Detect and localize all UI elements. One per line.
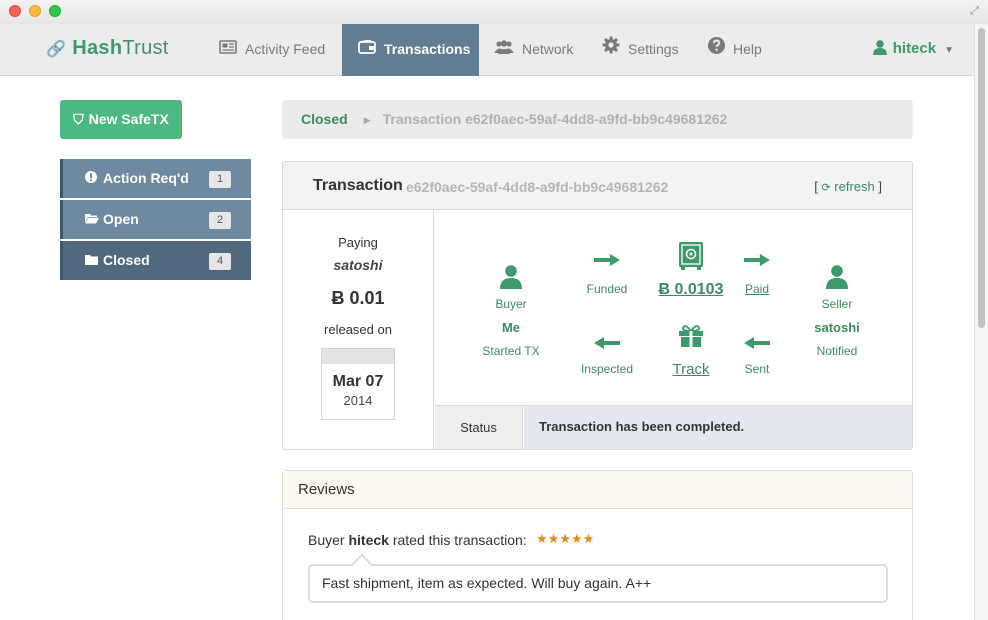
star-rating: ★★★★★ <box>536 532 594 547</box>
brand-logo[interactable]: 🔗 HashTrust <box>46 37 169 60</box>
refresh-control: [ ⟳ refresh ] <box>814 179 882 194</box>
breadcrumb-closed-link[interactable]: Closed <box>301 111 348 127</box>
new-safetx-button[interactable]: ⛉ New SafeTX <box>60 100 182 139</box>
star-icon: ★ <box>570 532 583 547</box>
nav-activity-feed[interactable]: Activity Feed <box>205 24 339 76</box>
reviews-title: Reviews <box>283 471 912 509</box>
newspaper-icon <box>219 24 237 74</box>
count-badge: 4 <box>209 253 231 270</box>
release-date-calendar: Mar 07 2014 <box>321 348 395 420</box>
user-icon <box>872 40 887 56</box>
count-badge: 2 <box>209 212 231 229</box>
user-menu[interactable]: hiteck ▼ <box>872 24 954 76</box>
review-summary: Buyer hiteck rated this transaction: <box>308 532 527 548</box>
paying-label: Paying <box>338 235 378 250</box>
seller-name: satoshi <box>814 320 860 335</box>
sidebar-item-open[interactable]: Open 2 <box>60 200 251 239</box>
released-label: released on <box>324 322 392 337</box>
transaction-flow-diagram: Buyer Me Started TX Funded Ƀ 0.0103 Paid… <box>435 210 912 405</box>
window-titlebar: ⤢ <box>0 0 988 24</box>
gift-icon <box>679 325 703 347</box>
nav-transactions[interactable]: Transactions <box>342 24 479 76</box>
vertical-scrollbar[interactable] <box>974 24 988 620</box>
arrow-left-icon <box>744 337 770 349</box>
nav-help[interactable]: Help <box>694 24 776 76</box>
question-icon <box>708 24 725 74</box>
review-comment: Fast shipment, item as expected. Will bu… <box>308 564 888 603</box>
track-link[interactable]: Track <box>673 361 710 378</box>
breadcrumb-current: Transaction e62f0aec-59af-4dd8-a9fd-bb9c… <box>382 111 728 127</box>
transaction-panel-header: Transaction e62f0aec-59af-4dd8-a9fd-bb9c… <box>283 162 912 210</box>
zoom-window-button[interactable] <box>49 5 61 17</box>
wallet-icon <box>358 24 376 74</box>
gear-icon <box>602 24 620 74</box>
buyer-user-icon <box>500 265 522 289</box>
payment-amount: Ƀ 0.01 <box>331 288 385 308</box>
status-row: Status Transaction has been completed. <box>435 405 912 449</box>
escrow-amount-link[interactable]: Ƀ 0.0103 <box>659 281 724 299</box>
transaction-id: e62f0aec-59af-4dd8-a9fd-bb9c49681262 <box>406 179 669 195</box>
star-icon: ★ <box>547 532 560 547</box>
release-date-year: 2014 <box>343 393 373 408</box>
sidebar-item-action-required[interactable]: Action Req'd 1 <box>60 159 251 198</box>
status-value: Transaction has been completed. <box>524 406 912 449</box>
sidebar-item-closed[interactable]: Closed 4 <box>60 241 251 280</box>
payment-summary: Paying satoshi Ƀ 0.01 released on Mar 07… <box>283 210 434 449</box>
star-icon: ★ <box>582 532 595 547</box>
seller-state: Notified <box>816 344 858 358</box>
arrow-right-icon <box>744 254 770 266</box>
buyer-role: Buyer <box>495 297 527 311</box>
link-icon: 🔗 <box>46 39 67 58</box>
minimize-window-button[interactable] <box>29 5 41 17</box>
close-window-button[interactable] <box>9 5 21 17</box>
fullscreen-icon[interactable]: ⤢ <box>970 4 982 18</box>
nav-settings[interactable]: Settings <box>588 24 693 76</box>
scrollbar-thumb[interactable] <box>978 28 985 328</box>
folder-icon <box>85 242 103 281</box>
users-icon <box>494 24 514 74</box>
status-label: Status <box>435 406 523 449</box>
transaction-panel: Transaction e62f0aec-59af-4dd8-a9fd-bb9c… <box>282 161 913 450</box>
refresh-link[interactable]: refresh <box>834 179 874 194</box>
star-icon: ★ <box>536 532 548 547</box>
buyer-name: Me <box>501 320 521 335</box>
count-badge: 1 <box>209 171 231 188</box>
arrow-right-icon <box>594 254 620 266</box>
payee-name: satoshi <box>333 257 383 273</box>
release-date-month-day: Mar 07 <box>332 373 384 390</box>
chevron-right-icon: ▶ <box>363 114 371 125</box>
seller-role: Seller <box>821 297 853 311</box>
chevron-down-icon: ▼ <box>944 45 954 56</box>
folder-open-icon <box>85 201 103 240</box>
refresh-icon: ⟳ <box>821 181 831 194</box>
reviews-panel: Reviews Buyer hiteck rated this transact… <box>282 470 913 620</box>
star-icon: ★ <box>559 532 571 547</box>
top-navbar: 🔗 HashTrust Activity Feed Transactions Ne… <box>0 24 974 76</box>
panel-title: Transaction <box>313 177 403 194</box>
buyer-state: Started TX <box>482 344 540 358</box>
paid-link[interactable]: Paid <box>745 282 769 296</box>
inspected-label: Inspected <box>580 362 634 376</box>
seller-user-icon <box>826 265 848 289</box>
arrow-left-icon <box>594 337 620 349</box>
nav-network[interactable]: Network <box>480 24 587 76</box>
safe-icon <box>679 242 703 270</box>
funded-label: Funded <box>586 282 628 296</box>
shield-icon: ⛉ <box>73 112 84 128</box>
sent-label: Sent <box>744 362 770 376</box>
breadcrumb: Closed ▶ Transaction e62f0aec-59af-4dd8-a9… <box>282 100 913 139</box>
exclamation-icon <box>85 160 103 199</box>
reviewer-name[interactable]: hiteck <box>348 532 388 548</box>
